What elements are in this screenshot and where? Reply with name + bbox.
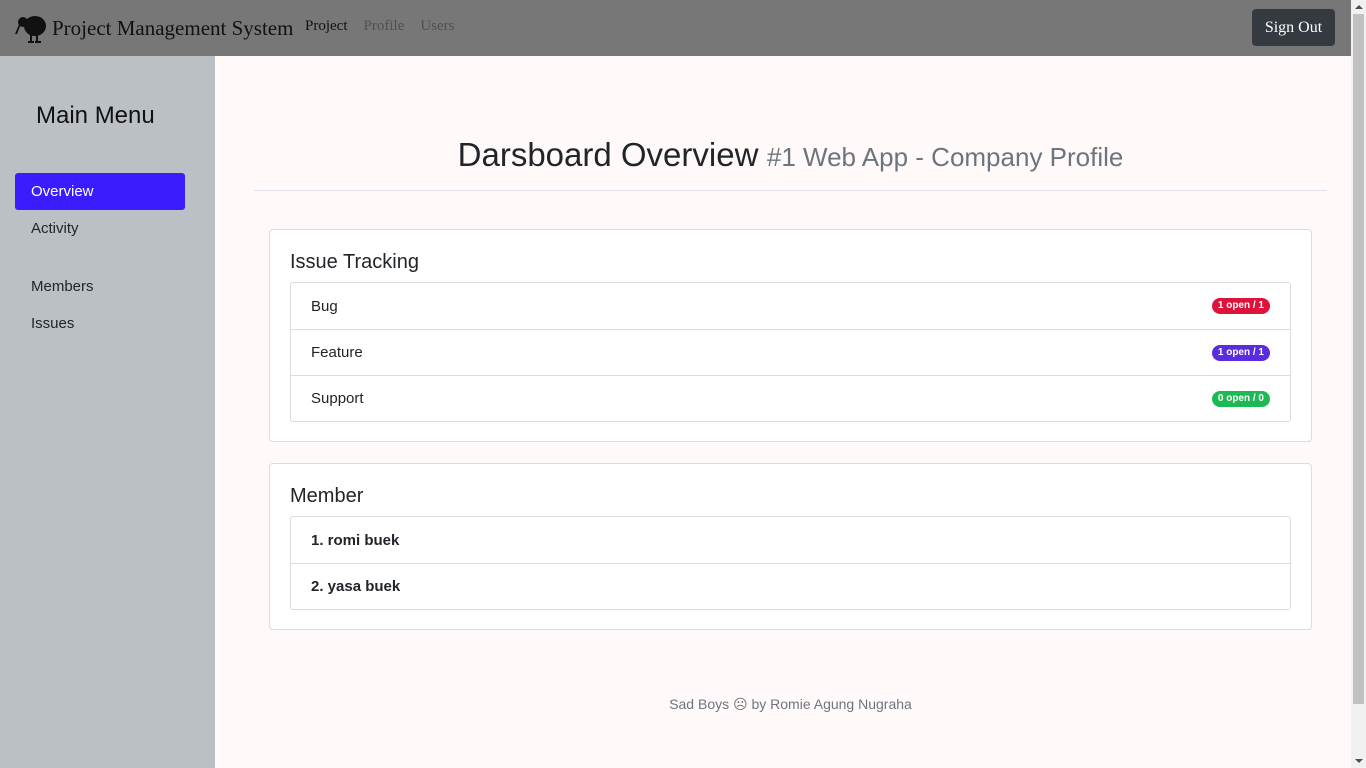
issue-count-badge: 0 open / 0 — [1211, 390, 1270, 407]
main-content: Darsboard Overview #1 Web App - Company … — [215, 56, 1351, 768]
top-navbar: Project Management System Project Profil… — [0, 0, 1351, 56]
sidebar-item-overview[interactable]: Overview — [15, 173, 185, 210]
issue-list: Bug 1 open / 1 Feature 1 open / 1 Suppor… — [290, 282, 1291, 422]
nav-link-project[interactable]: Project — [305, 18, 348, 35]
nav-link-profile[interactable]: Profile — [364, 18, 405, 35]
issue-label: Support — [311, 390, 364, 407]
sidebar-title: Main Menu — [36, 102, 155, 129]
issue-count-badge: 1 open / 1 — [1211, 298, 1270, 314]
brand-title[interactable]: Project Management System — [52, 16, 293, 41]
member-row: 1. romi buek — [311, 531, 400, 549]
sidebar-item-members[interactable]: Members — [15, 268, 185, 305]
sign-out-button[interactable]: Sign Out — [1252, 9, 1335, 46]
issue-row-support[interactable]: Support 0 open / 0 — [291, 375, 1290, 421]
issue-label: Feature — [311, 344, 363, 361]
kiwi-bird-logo-icon — [15, 12, 47, 44]
member-title: Member — [290, 485, 364, 507]
issue-tracking-title: Issue Tracking — [290, 251, 419, 273]
nav-links: Project Profile Users — [305, 18, 471, 35]
issue-count-badge: 1 open / 1 — [1211, 344, 1270, 361]
page-title: Darsboard Overview — [457, 136, 759, 173]
footer-credit: Sad Boys ☹ by Romie Agung Nugraha — [669, 696, 912, 712]
member-row: 2. yasa buek — [291, 563, 1290, 609]
page-heading: Darsboard Overview #1 Web App - Company … — [215, 136, 1366, 174]
sidebar-item-issues[interactable]: Issues — [15, 305, 185, 342]
member-card: Member 1. romi buek 2. yasa buek — [269, 463, 1312, 630]
page-subtitle: #1 Web App - Company Profile — [766, 142, 1124, 172]
nav-link-users[interactable]: Users — [420, 18, 454, 35]
vertical-scrollbar[interactable] — [1351, 0, 1366, 768]
issue-row-bug[interactable]: Bug 1 open / 1 — [291, 283, 1290, 329]
sidebar-item-activity[interactable]: Activity — [15, 210, 185, 247]
scroll-down-arrow-icon[interactable] — [1351, 754, 1366, 768]
issue-tracking-card: Issue Tracking Bug 1 open / 1 Feature 1 … — [269, 229, 1312, 442]
sidebar: Main Menu Overview Activity Members Issu… — [0, 56, 215, 768]
scroll-thumb[interactable] — [1353, 14, 1364, 704]
issue-label: Bug — [311, 297, 338, 315]
scroll-up-arrow-icon[interactable] — [1351, 0, 1366, 14]
brand[interactable]: Project Management System — [15, 11, 293, 45]
issue-row-feature[interactable]: Feature 1 open / 1 — [291, 329, 1290, 375]
heading-divider — [254, 190, 1327, 191]
member-list: 1. romi buek 2. yasa buek — [290, 516, 1291, 610]
